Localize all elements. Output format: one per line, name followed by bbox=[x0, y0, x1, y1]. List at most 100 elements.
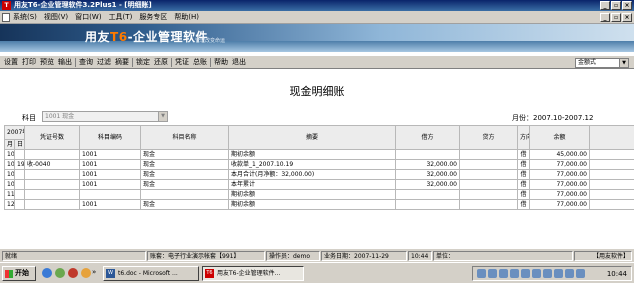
menu-tools[interactable]: 工具(T) bbox=[109, 13, 133, 22]
table-row[interactable]: 10 1001 现金 本月合计(月净额：32,000.00) 32,000.00 借 77,… bbox=[4, 169, 634, 180]
row-voucher bbox=[24, 189, 80, 200]
t6-app-icon: T6 bbox=[205, 269, 214, 278]
column-header[interactable]: 贷方 bbox=[459, 125, 518, 150]
row-balance: 77,000.00 bbox=[529, 159, 590, 170]
status-account: 账套：电子行业演示帐套【991】 bbox=[147, 251, 265, 261]
toolbar-settings[interactable]: 设置 bbox=[2, 58, 20, 67]
menu-view[interactable]: 视图(V) bbox=[44, 13, 68, 22]
close-button[interactable]: × bbox=[622, 1, 632, 10]
quick-launch-more[interactable]: » bbox=[92, 268, 96, 276]
column-header[interactable]: 借方 bbox=[395, 125, 460, 150]
table-row[interactable]: 10 1001 现金 本年累计 32,000.00 借 77,000.00 bbox=[4, 179, 634, 190]
table-row[interactable]: 11 期初余额 借 77,000.00 bbox=[4, 189, 634, 200]
row-day bbox=[14, 189, 25, 200]
toolbar-voucher[interactable]: 凭证 bbox=[173, 58, 191, 67]
toolbar-query[interactable]: 查询 bbox=[77, 58, 95, 67]
menu-service[interactable]: 服务专区 bbox=[139, 13, 167, 22]
task-word-doc[interactable]: W t6.doc - Microsoft ... bbox=[103, 266, 199, 281]
tray-icon[interactable] bbox=[477, 269, 486, 278]
tray-icon[interactable] bbox=[565, 269, 574, 278]
row-subject-code: 1001 bbox=[79, 159, 141, 170]
toolbar-preview[interactable]: 预览 bbox=[38, 58, 56, 67]
column-header[interactable]: 科目编码 bbox=[79, 125, 141, 150]
month-range-label: 月份：2007.10-2007.12 bbox=[512, 114, 594, 122]
tray-icon[interactable] bbox=[499, 269, 508, 278]
tray-icon[interactable] bbox=[576, 269, 585, 278]
toolbar-help[interactable]: 帮助 bbox=[212, 58, 230, 67]
format-select[interactable]: 金额式 ▼ bbox=[575, 58, 629, 68]
browser-icon[interactable] bbox=[42, 268, 52, 278]
subject-select-value: 1001 现金 bbox=[45, 113, 75, 120]
row-month: 10 bbox=[4, 169, 15, 180]
row-month: 11 bbox=[4, 189, 15, 200]
restore-button[interactable]: ▫ bbox=[611, 1, 621, 10]
chevron-down-icon[interactable]: ▼ bbox=[158, 112, 167, 121]
tray-icon[interactable] bbox=[488, 269, 497, 278]
status-time: 10:44 bbox=[408, 251, 432, 261]
toolbar-exit[interactable]: 退出 bbox=[230, 58, 248, 67]
ledger-table: 2007年 凭证号数 科目编码 科目名称 摘要 借方 贷方 方向 余额 月 日 … bbox=[4, 125, 634, 210]
row-balance: 77,000.00 bbox=[529, 199, 590, 210]
toolbar-ledger[interactable]: 总账 bbox=[191, 58, 209, 67]
row-direction: 借 bbox=[517, 189, 530, 200]
toolbar-separator bbox=[132, 58, 133, 67]
tray-icon[interactable] bbox=[510, 269, 519, 278]
row-debit bbox=[395, 149, 460, 160]
child-restore-button[interactable]: ▫ bbox=[611, 13, 621, 22]
column-header[interactable]: 摘要 bbox=[228, 125, 396, 150]
column-header[interactable]: 科目名称 bbox=[140, 125, 229, 150]
tray-icon[interactable] bbox=[521, 269, 530, 278]
table-row[interactable]: 10 1001 现金 期初余额 借 45,000.00 bbox=[4, 149, 634, 160]
row-subject-name: 现金 bbox=[140, 169, 229, 180]
filter-row: 科目 1001 现金 ▼ 月份：2007.10-2007.12 bbox=[0, 111, 634, 123]
document-icon[interactable] bbox=[2, 13, 10, 22]
desktop-icon[interactable] bbox=[55, 268, 65, 278]
toolbar-restore[interactable]: 还原 bbox=[152, 58, 170, 67]
row-debit: 32,000.00 bbox=[395, 169, 460, 180]
column-header[interactable]: 凭证号数 bbox=[24, 125, 80, 150]
status-vendor: 【用友软件】 bbox=[574, 251, 632, 261]
explorer-icon[interactable] bbox=[81, 268, 91, 278]
column-header[interactable]: 方向 bbox=[517, 125, 530, 150]
task-t6-app[interactable]: T6 用友T6-企业管理软件... bbox=[202, 266, 304, 281]
media-icon[interactable] bbox=[68, 268, 78, 278]
month-header: 月 bbox=[4, 139, 15, 150]
row-blank bbox=[589, 159, 634, 170]
table-row[interactable]: 12 1001 现金 期初余额 借 77,000.00 bbox=[4, 199, 634, 210]
toolbar-lock[interactable]: 锁定 bbox=[134, 58, 152, 67]
row-blank bbox=[589, 149, 634, 160]
table-row[interactable]: 10 19 收-0040 1001 现金 收款单_1_2007.10.19 32,000.0… bbox=[4, 159, 634, 170]
menu-window[interactable]: 窗口(W) bbox=[75, 13, 101, 22]
row-subject-name: 现金 bbox=[140, 179, 229, 190]
toolbar-export[interactable]: 输出 bbox=[56, 58, 74, 67]
row-day bbox=[14, 199, 25, 210]
column-header[interactable]: 余额 bbox=[529, 125, 590, 150]
child-minimize-button[interactable]: _ bbox=[600, 13, 610, 22]
menu-help[interactable]: 帮助(H) bbox=[174, 13, 199, 22]
toolbar-summary[interactable]: 摘要 bbox=[113, 58, 131, 67]
tray-icon[interactable] bbox=[543, 269, 552, 278]
subject-select[interactable]: 1001 现金 ▼ bbox=[42, 111, 168, 122]
start-button[interactable]: 开始 bbox=[2, 266, 36, 281]
row-summary: 收款单_1_2007.10.19 bbox=[228, 159, 396, 170]
row-day bbox=[14, 169, 25, 180]
title-bar: T 用友T6-企业管理软件3.2Plus1 - [明细账] _ ▫ × bbox=[0, 0, 634, 11]
toolbar-filter[interactable]: 过滤 bbox=[95, 58, 113, 67]
child-close-button[interactable]: × bbox=[622, 13, 632, 22]
row-direction: 借 bbox=[517, 179, 530, 190]
tray-icon[interactable] bbox=[532, 269, 541, 278]
menu-system[interactable]: 系统(S) bbox=[13, 13, 37, 22]
status-date: 业务日期：2007-11-29 bbox=[321, 251, 407, 261]
minimize-button[interactable]: _ bbox=[600, 1, 610, 10]
toolbar-print[interactable]: 打印 bbox=[20, 58, 38, 67]
row-balance: 45,000.00 bbox=[529, 149, 590, 160]
system-tray: 10:44 bbox=[472, 266, 632, 281]
status-operator: 操作员：demo bbox=[266, 251, 320, 261]
word-icon: W bbox=[106, 269, 115, 278]
row-credit bbox=[459, 169, 518, 180]
chevron-down-icon[interactable]: ▼ bbox=[619, 59, 628, 67]
row-subject-code bbox=[79, 189, 141, 200]
taskbar: 开始 » W t6.doc - Microsoft ... T6 用友T6-企业… bbox=[0, 262, 634, 283]
row-blank bbox=[589, 199, 634, 210]
tray-icon[interactable] bbox=[554, 269, 563, 278]
